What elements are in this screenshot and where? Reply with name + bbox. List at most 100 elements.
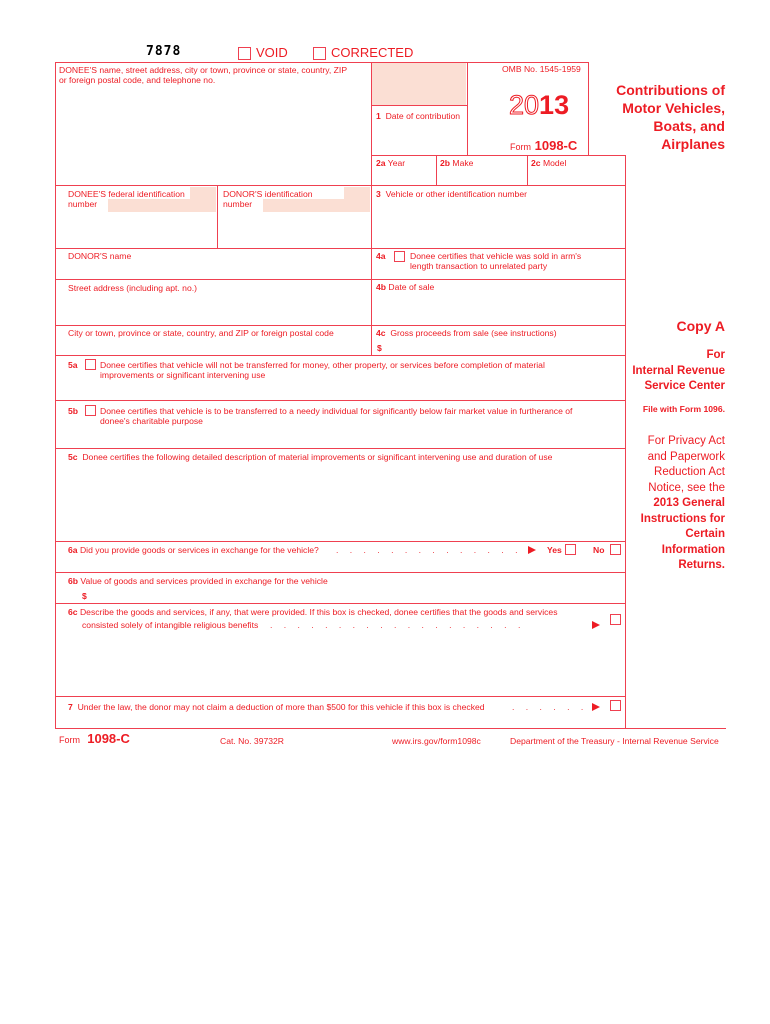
box6c-num: 6c	[68, 607, 78, 617]
box7-text: Under the law, the donor may not claim a…	[77, 702, 485, 712]
donor-name-field[interactable]	[57, 263, 369, 278]
rule	[55, 603, 625, 604]
donor-id-shade	[263, 199, 370, 212]
box4b-text: Date of sale	[388, 282, 435, 292]
year-field[interactable]	[373, 170, 435, 184]
privacy-line: For Privacy Act	[647, 435, 725, 447]
box4c-num: 4c	[376, 328, 386, 338]
box2b-text: Make	[452, 158, 474, 168]
box2c-text: Model	[542, 158, 567, 168]
form-code: 7878	[146, 44, 182, 59]
box6a-no-checkbox[interactable]	[610, 544, 621, 555]
box5c-label: 5c Donee certifies the following detaile…	[68, 452, 552, 463]
goods-value-field[interactable]	[92, 588, 622, 602]
box2a-label: 2a Year	[376, 158, 405, 169]
privacy-line: and Paperwork	[647, 450, 725, 463]
rule	[55, 62, 56, 728]
box4a-line1: Donee certifies that vehicle was sold in…	[410, 251, 582, 261]
donee-fid-shade	[108, 199, 216, 212]
box7-arrow-icon	[592, 703, 600, 711]
privacy-line: Notice, see the	[648, 481, 725, 494]
rule	[55, 62, 588, 63]
rule	[55, 279, 625, 280]
yes-text: Yes	[547, 545, 562, 555]
title-line: Contributions of	[616, 82, 725, 98]
rule	[371, 155, 625, 156]
privacy-notice: For Privacy Act and Paperwork Reduction …	[641, 434, 725, 574]
box1-text: Date of contribution	[385, 111, 461, 121]
box7-label: 7 Under the law, the donor may not claim…	[68, 702, 485, 713]
rule	[55, 696, 625, 697]
copy-a-label: Copy A	[676, 318, 725, 334]
form-prefix: Form	[510, 142, 531, 152]
box5a-checkbox[interactable]	[85, 359, 96, 370]
box3-num: 3	[376, 189, 381, 199]
donee-field[interactable]	[57, 88, 369, 183]
rule	[55, 448, 625, 449]
box4a-num-text: 4a	[376, 251, 386, 261]
box7-dots: . . . . . .	[512, 702, 588, 712]
box5b-line1: Donee certifies that vehicle is to be tr…	[100, 406, 573, 416]
rule	[436, 155, 437, 185]
box3-text: Vehicle or other identification number	[385, 189, 527, 199]
tax-year-bold: 13	[539, 90, 570, 120]
donee-label-line1: DONEE'S name, street address, city or to…	[59, 65, 348, 75]
rule	[55, 185, 625, 186]
tax-year-outline: 20	[508, 90, 540, 120]
rule	[467, 62, 468, 155]
box6c-description-field[interactable]	[57, 634, 623, 695]
void-checkbox[interactable]	[238, 47, 251, 60]
box6b-num: 6b	[68, 576, 79, 586]
footer-cat-no: Cat. No. 39732R	[220, 736, 285, 746]
donor-id-field[interactable]	[219, 212, 369, 247]
rule	[588, 62, 589, 155]
donee-fid-field[interactable]	[57, 212, 215, 247]
footer-department: Department of the Treasury - Internal Re…	[510, 736, 719, 746]
box4c-text: Gross proceeds from sale (see instructio…	[390, 328, 557, 338]
gross-proceeds-field[interactable]	[386, 340, 622, 354]
donor-city-field[interactable]	[57, 340, 369, 354]
box5c-text: Donee certifies the following detailed d…	[82, 452, 553, 462]
box2a-text: Year	[387, 158, 406, 168]
box5c-description-field[interactable]	[57, 465, 623, 540]
box5a-line2: improvements or significant intervening …	[100, 370, 266, 380]
box6c-checkbox[interactable]	[610, 614, 621, 625]
donor-id-label-line2: number	[223, 199, 253, 209]
box2b-num: 2b	[440, 158, 451, 168]
box6c-dots: . . . . . . . . . . . . . . . . . . .	[270, 620, 525, 630]
donor-city-label: City or town, province or state, country…	[68, 328, 334, 338]
box2c-label: 2c Model	[531, 158, 566, 169]
rule	[217, 185, 218, 248]
box3-label: 3 Vehicle or other identification number	[376, 189, 527, 200]
void-label: VOID	[256, 45, 288, 60]
privacy-line: Instructions for	[640, 512, 725, 525]
box6c-arrow-icon	[592, 621, 600, 629]
box4a-checkbox[interactable]	[394, 251, 405, 262]
date-of-contribution-field[interactable]	[373, 123, 465, 153]
box2c-num: 2c	[531, 158, 541, 168]
date-of-sale-field[interactable]	[373, 294, 623, 324]
box4b-num: 4b	[376, 282, 387, 292]
box1-num: 1	[376, 111, 381, 121]
box6a-no-label: No	[593, 545, 604, 556]
donor-street-field[interactable]	[57, 295, 369, 324]
box7-checkbox[interactable]	[610, 700, 621, 711]
box6a-yes-checkbox[interactable]	[565, 544, 576, 555]
box6b-dollar: $	[82, 591, 87, 601]
vehicle-id-field[interactable]	[373, 202, 623, 247]
box6c-text: Describe the goods and services, if any,…	[79, 607, 558, 617]
box6a-dots: . . . . . . . . . . . . . . .	[336, 545, 536, 555]
box5b-checkbox[interactable]	[85, 405, 96, 416]
box5a-num-text: 5a	[68, 360, 78, 370]
make-field[interactable]	[438, 170, 526, 184]
title-line: Boats, and	[653, 118, 725, 134]
box6a-yes-label: Yes	[547, 545, 562, 556]
box4a-num: 4a	[376, 251, 386, 262]
omb-form-name: Form 1098-C	[510, 138, 577, 155]
box6a-text: Did you provide goods or services in exc…	[79, 545, 319, 555]
footer-url[interactable]: www.irs.gov/form1098c	[392, 736, 481, 747]
corrected-checkbox[interactable]	[313, 47, 326, 60]
model-field[interactable]	[529, 170, 624, 184]
title-line: Motor Vehicles,	[622, 100, 725, 116]
title-line: Airplanes	[661, 136, 725, 152]
